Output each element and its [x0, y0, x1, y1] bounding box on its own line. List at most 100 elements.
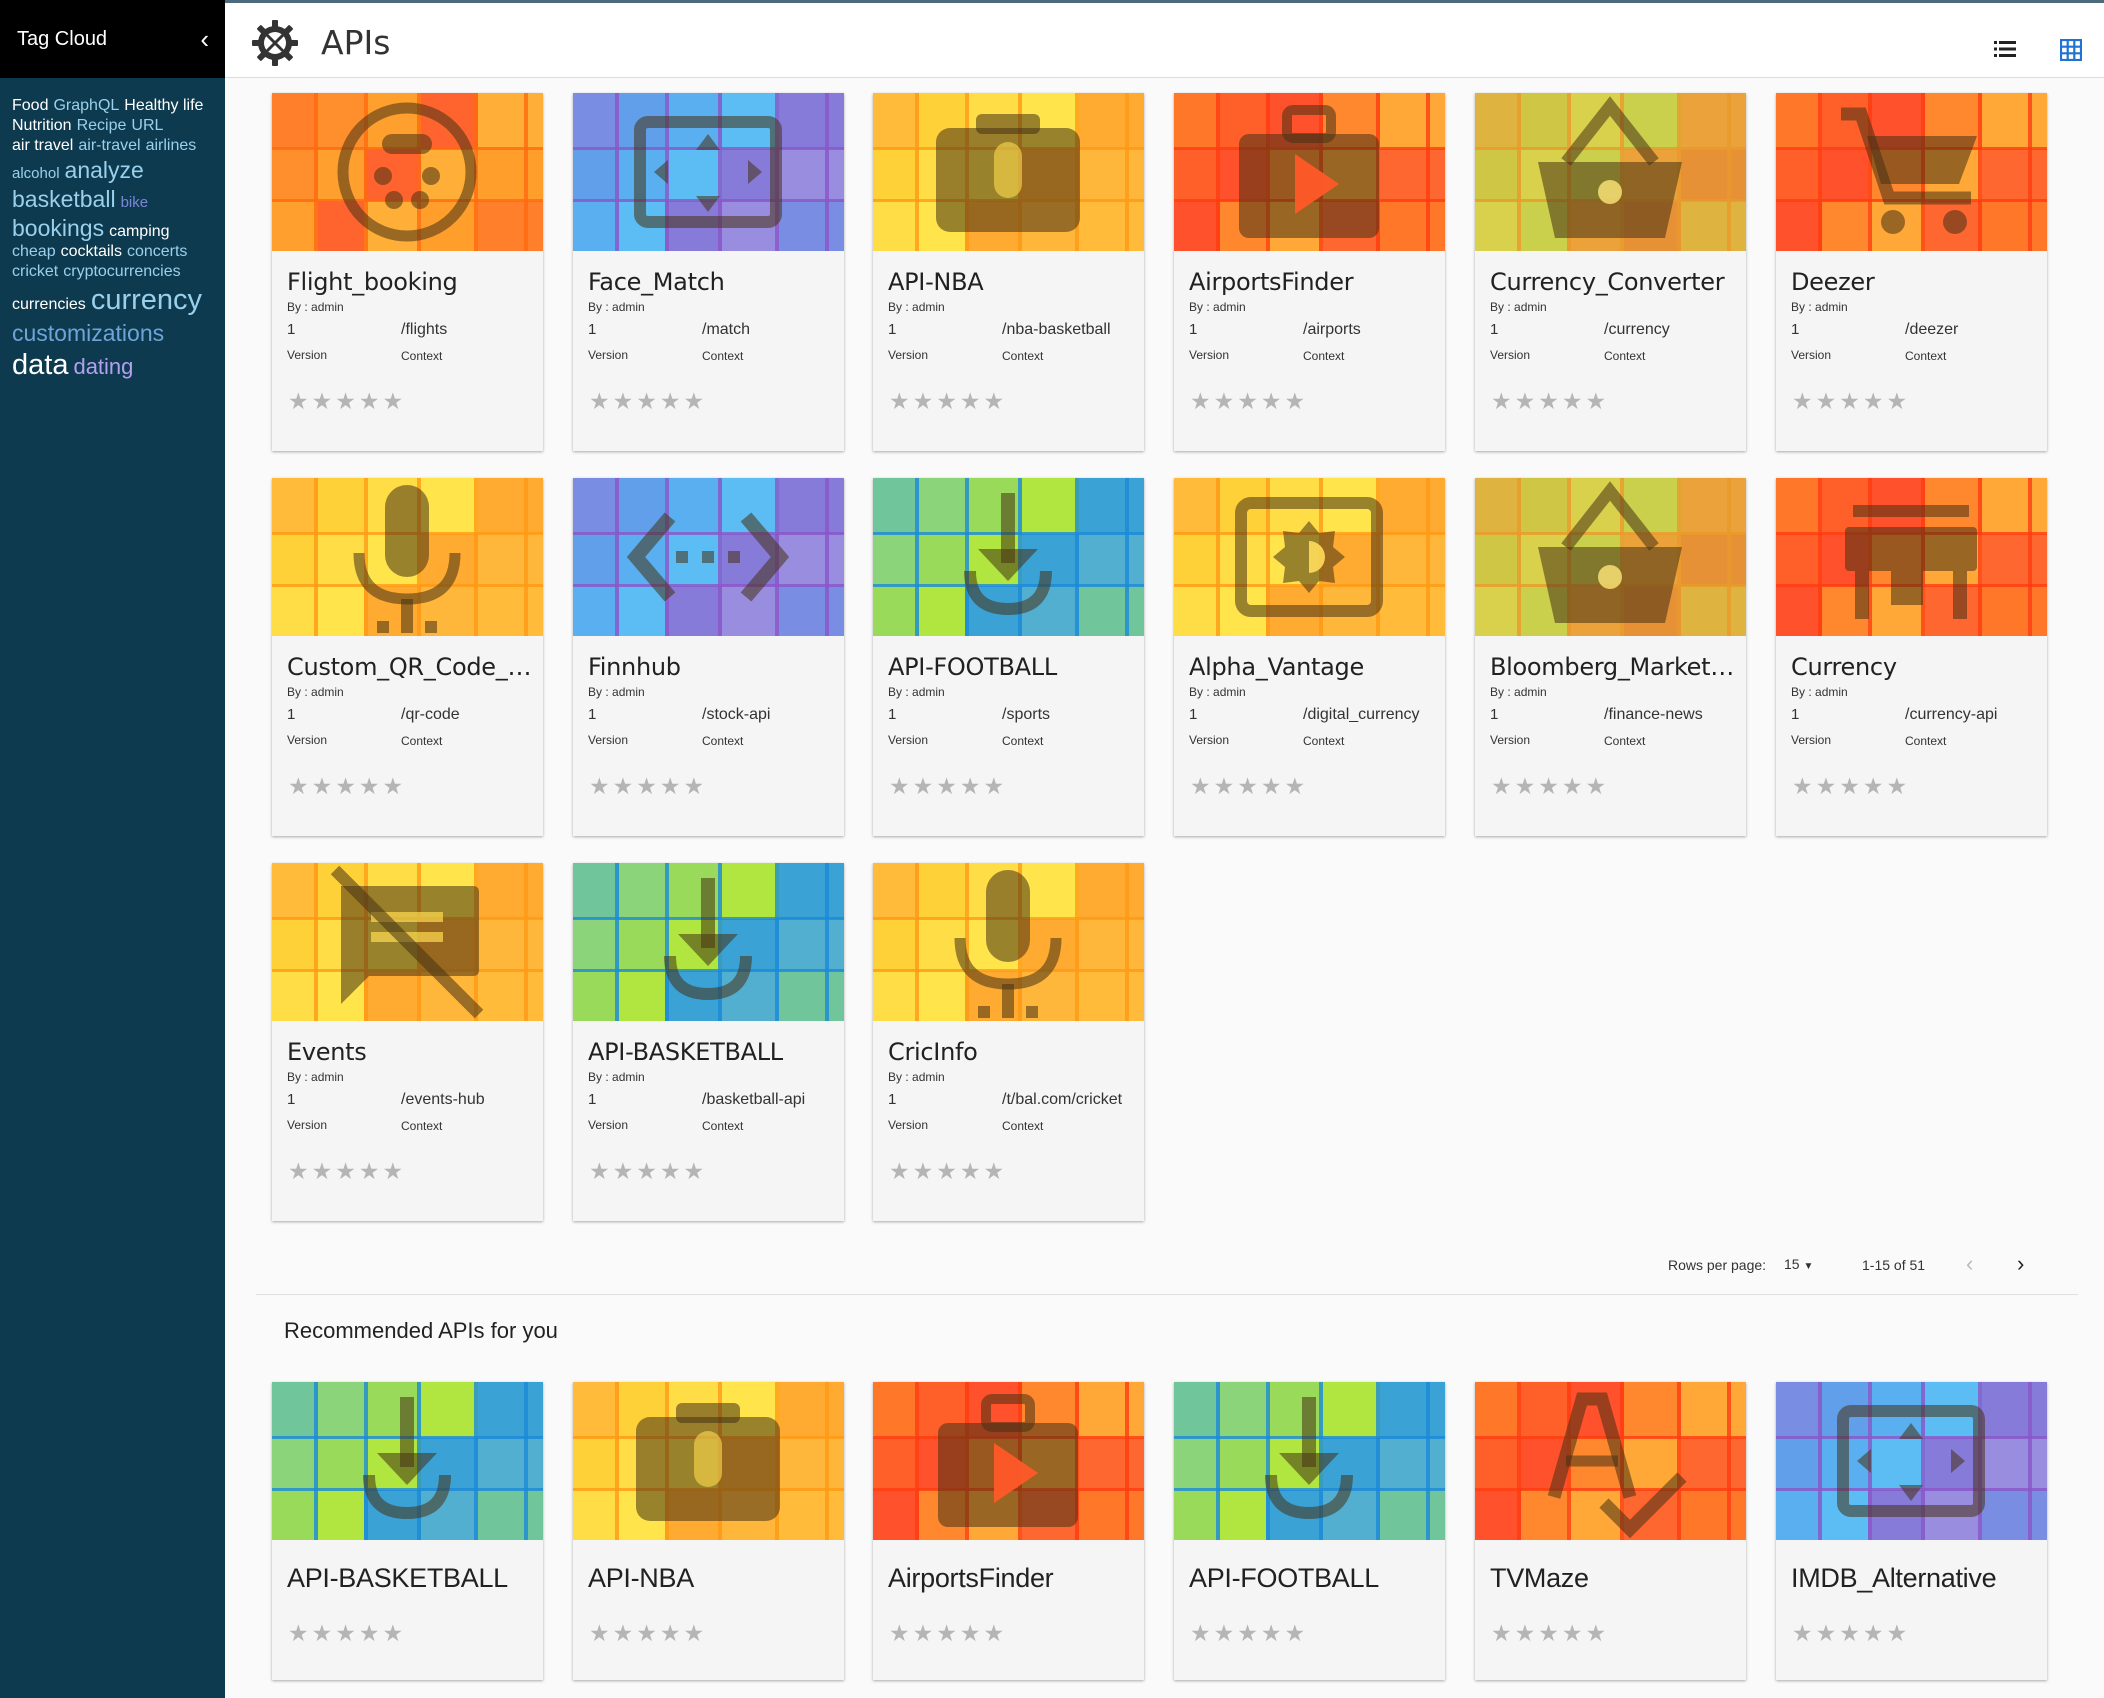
star-icon[interactable]: ★ [1538, 390, 1559, 413]
api-name[interactable]: Currency [1791, 653, 2041, 681]
star-icon[interactable]: ★ [960, 775, 981, 798]
star-icon[interactable]: ★ [636, 1622, 657, 1645]
rating-stars[interactable]: ★ ★ ★ ★ ★ [1190, 390, 1305, 413]
star-icon[interactable]: ★ [288, 390, 309, 413]
star-icon[interactable]: ★ [684, 775, 705, 798]
star-icon[interactable]: ★ [1538, 775, 1559, 798]
star-icon[interactable]: ★ [1214, 1622, 1235, 1645]
tag-food[interactable]: Food [12, 96, 48, 116]
api-name[interactable]: Face_Match [588, 268, 838, 296]
star-icon[interactable]: ★ [335, 390, 356, 413]
api-name[interactable]: API-NBA [588, 1563, 838, 1594]
api-name[interactable]: API-BASKETBALL [287, 1563, 537, 1594]
star-icon[interactable]: ★ [383, 1622, 404, 1645]
tag-air-travel[interactable]: air-travel [78, 136, 140, 156]
star-icon[interactable]: ★ [383, 775, 404, 798]
api-card[interactable]: Currency By : admin 1 Version /currency-… [1776, 478, 2047, 836]
star-icon[interactable]: ★ [359, 390, 380, 413]
star-icon[interactable]: ★ [1792, 1622, 1813, 1645]
star-icon[interactable]: ★ [1261, 1622, 1282, 1645]
star-icon[interactable]: ★ [1887, 775, 1908, 798]
tag-currency[interactable]: currency [91, 282, 202, 318]
api-card[interactable]: API-FOOTBALL By : admin 1 Version /sport… [873, 478, 1144, 836]
star-icon[interactable]: ★ [359, 1160, 380, 1183]
star-icon[interactable]: ★ [1562, 1622, 1583, 1645]
star-icon[interactable]: ★ [1863, 775, 1884, 798]
star-icon[interactable]: ★ [936, 775, 957, 798]
star-icon[interactable]: ★ [936, 390, 957, 413]
api-card[interactable]: AirportsFinder By : admin 1 Version /air… [1174, 93, 1445, 451]
tag-nutrition[interactable]: Nutrition [12, 116, 72, 136]
rating-stars[interactable]: ★ ★ ★ ★ ★ [889, 390, 1004, 413]
star-icon[interactable]: ★ [613, 775, 634, 798]
tag-customizations[interactable]: customizations [12, 319, 164, 348]
tag-cricket[interactable]: cricket [12, 262, 58, 282]
star-icon[interactable]: ★ [1491, 390, 1512, 413]
tag-recipe[interactable]: Recipe [77, 116, 127, 136]
rating-stars[interactable]: ★ ★ ★ ★ ★ [1190, 775, 1305, 798]
api-name[interactable]: AirportsFinder [1189, 268, 1439, 296]
api-card[interactable]: API-NBA By : admin 1 Version /nba-basket… [873, 93, 1144, 451]
star-icon[interactable]: ★ [660, 1622, 681, 1645]
star-icon[interactable]: ★ [1261, 775, 1282, 798]
rating-stars[interactable]: ★ ★ ★ ★ ★ [288, 1160, 403, 1183]
api-name[interactable]: Deezer [1791, 268, 2041, 296]
star-icon[interactable]: ★ [1839, 390, 1860, 413]
star-icon[interactable]: ★ [312, 775, 333, 798]
star-icon[interactable]: ★ [1816, 390, 1837, 413]
star-icon[interactable]: ★ [613, 390, 634, 413]
star-icon[interactable]: ★ [312, 390, 333, 413]
star-icon[interactable]: ★ [913, 1622, 934, 1645]
api-name[interactable]: API-NBA [888, 268, 1138, 296]
api-name[interactable]: Events [287, 1038, 537, 1066]
rating-stars[interactable]: ★ ★ ★ ★ ★ [1491, 1622, 1606, 1645]
star-icon[interactable]: ★ [684, 1622, 705, 1645]
tag-airlines[interactable]: airlines [146, 136, 197, 156]
tag-camping[interactable]: camping [109, 222, 169, 242]
api-name[interactable]: API-BASKETBALL [588, 1038, 838, 1066]
star-icon[interactable]: ★ [1816, 775, 1837, 798]
rows-per-page-select[interactable]: 15 ▼ [1784, 1256, 1813, 1272]
star-icon[interactable]: ★ [984, 1160, 1005, 1183]
star-icon[interactable]: ★ [984, 390, 1005, 413]
api-card[interactable]: Custom_QR_Code_wit... By : admin 1 Versi… [272, 478, 543, 836]
recommended-api-card[interactable]: IMDB_Alternative ★ ★ ★ ★ ★ [1776, 1382, 2047, 1680]
api-card[interactable]: Face_Match By : admin 1 Version /match C… [573, 93, 844, 451]
star-icon[interactable]: ★ [936, 1160, 957, 1183]
star-icon[interactable]: ★ [1863, 1622, 1884, 1645]
star-icon[interactable]: ★ [359, 1622, 380, 1645]
star-icon[interactable]: ★ [589, 775, 610, 798]
star-icon[interactable]: ★ [636, 1160, 657, 1183]
star-icon[interactable]: ★ [889, 390, 910, 413]
star-icon[interactable]: ★ [383, 1160, 404, 1183]
recommended-api-card[interactable]: TVMaze ★ ★ ★ ★ ★ [1475, 1382, 1746, 1680]
tag-cocktails[interactable]: cocktails [61, 242, 122, 262]
rating-stars[interactable]: ★ ★ ★ ★ ★ [589, 1622, 704, 1645]
api-card[interactable]: Alpha_Vantage By : admin 1 Version /digi… [1174, 478, 1445, 836]
star-icon[interactable]: ★ [984, 1622, 1005, 1645]
star-icon[interactable]: ★ [1562, 390, 1583, 413]
star-icon[interactable]: ★ [1839, 775, 1860, 798]
tag-bookings[interactable]: bookings [12, 214, 104, 243]
star-icon[interactable]: ★ [1285, 390, 1306, 413]
rating-stars[interactable]: ★ ★ ★ ★ ★ [589, 775, 704, 798]
rating-stars[interactable]: ★ ★ ★ ★ ★ [1792, 775, 1907, 798]
api-card[interactable]: Deezer By : admin 1 Version /deezer Cont… [1776, 93, 2047, 451]
star-icon[interactable]: ★ [1887, 1622, 1908, 1645]
star-icon[interactable]: ★ [589, 1160, 610, 1183]
star-icon[interactable]: ★ [960, 390, 981, 413]
tag-analyze[interactable]: analyze [65, 156, 144, 185]
api-name[interactable]: Custom_QR_Code_wit... [287, 653, 537, 681]
rating-stars[interactable]: ★ ★ ★ ★ ★ [1190, 1622, 1305, 1645]
api-name[interactable]: Finnhub [588, 653, 838, 681]
star-icon[interactable]: ★ [889, 1160, 910, 1183]
rating-stars[interactable]: ★ ★ ★ ★ ★ [1792, 390, 1907, 413]
star-icon[interactable]: ★ [1586, 390, 1607, 413]
api-card[interactable]: Flight_booking By : admin 1 Version /fli… [272, 93, 543, 451]
rating-stars[interactable]: ★ ★ ★ ★ ★ [288, 1622, 403, 1645]
star-icon[interactable]: ★ [889, 1622, 910, 1645]
star-icon[interactable]: ★ [1237, 1622, 1258, 1645]
star-icon[interactable]: ★ [288, 1160, 309, 1183]
api-card[interactable]: Bloomberg_Market_a... By : admin 1 Versi… [1475, 478, 1746, 836]
rating-stars[interactable]: ★ ★ ★ ★ ★ [288, 390, 403, 413]
